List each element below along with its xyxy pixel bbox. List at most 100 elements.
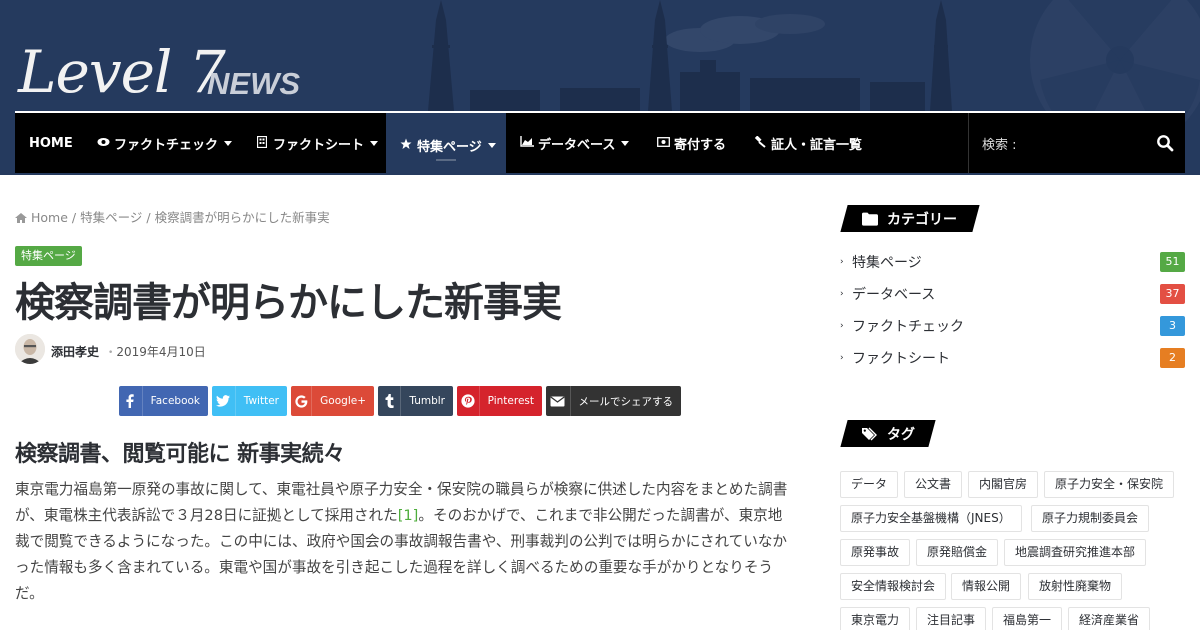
caret-down-icon	[224, 140, 233, 146]
home-icon	[15, 213, 27, 223]
post-date: 2019年4月10日	[108, 343, 205, 360]
widget-title-text: タグ	[887, 426, 915, 443]
tag-link[interactable]: 内閣官房	[968, 471, 1039, 498]
chevron-right-icon: ›	[840, 353, 844, 363]
category-item-features[interactable]: › 特集ページ 51	[840, 251, 1185, 273]
post-title: 検察調書が明らかにした新事実	[15, 280, 562, 326]
nav-item-features[interactable]: 特集ページ	[386, 113, 506, 175]
tag-link[interactable]: 安全情報検討会	[840, 573, 947, 600]
pinterest-icon	[457, 386, 480, 416]
category-item-factcheck[interactable]: › ファクトチェック 3	[840, 315, 1185, 337]
nav-item-factsheet[interactable]: ファクトシート	[255, 113, 379, 173]
site-header: Level 7 NEWS HOME ファクトチェック ファクトシート 特集ページ	[0, 0, 1200, 175]
tag-link[interactable]: 原発賠償金	[916, 539, 999, 566]
caret-down-icon	[621, 140, 630, 146]
breadcrumb: Home / 特集ページ / 検察調書が明らかにした新事実	[15, 207, 330, 226]
search-icon[interactable]	[1156, 134, 1174, 152]
nav-item-factcheck[interactable]: ファクトチェック	[96, 113, 233, 173]
folder-icon	[862, 212, 878, 226]
area-chart-icon	[520, 136, 534, 150]
category-label: ファクトチェック	[852, 319, 964, 335]
chevron-right-icon: ›	[840, 321, 844, 331]
breadcrumb-current: 検察調書が明らかにした新事実	[154, 210, 330, 225]
nav-item-witness[interactable]: 証人・証言一覧	[753, 113, 862, 173]
article-subheading: 検察調書、閲覧可能に 新事実続々	[15, 442, 345, 467]
tumblr-icon	[378, 386, 402, 416]
share-label: メールでシェアする	[578, 395, 674, 408]
post-category-badge[interactable]: 特集ページ	[15, 246, 82, 266]
caret-down-icon	[487, 143, 496, 148]
nav-item-label: ファクトシート	[273, 137, 365, 153]
chevron-right-icon: ›	[840, 289, 844, 299]
share-pinterest-button[interactable]: Pinterest	[457, 386, 542, 416]
twitter-icon	[212, 386, 236, 416]
tags-icon	[862, 427, 877, 440]
category-count-badge: 2	[1160, 348, 1185, 368]
share-label: Google+	[320, 395, 366, 407]
search-input[interactable]: 検索 :	[982, 113, 1017, 173]
nav-item-label: HOME	[29, 135, 73, 151]
main-nav: HOME ファクトチェック ファクトシート 特集ページ データベース 寄付する …	[15, 111, 1185, 175]
facebook-icon	[119, 386, 143, 416]
logo-news-text: NEWS	[207, 66, 300, 101]
share-google-button[interactable]: Google+	[291, 386, 374, 416]
tag-link[interactable]: 福島第一	[992, 607, 1063, 630]
gavel-icon	[753, 134, 767, 151]
nav-item-home[interactable]: HOME	[29, 113, 73, 173]
breadcrumb-section[interactable]: 特集ページ	[80, 210, 142, 225]
tag-link[interactable]: 情報公開	[951, 573, 1022, 600]
avatar[interactable]	[15, 334, 45, 364]
share-facebook-button[interactable]: Facebook	[119, 386, 208, 416]
share-email-button[interactable]: メールでシェアする	[546, 386, 681, 416]
tag-link[interactable]: 原子力安全・保安院	[1044, 471, 1175, 498]
breadcrumb-home[interactable]: Home	[31, 210, 68, 225]
category-count-badge: 51	[1160, 252, 1185, 272]
nav-item-label: データベース	[538, 137, 616, 153]
category-label: 特集ページ	[852, 255, 922, 271]
tag-link[interactable]: 原子力安全基盤機構（JNES）	[840, 505, 1022, 532]
category-count-badge: 37	[1160, 284, 1185, 304]
share-label: Facebook	[150, 395, 200, 407]
categories-widget-title: カテゴリー	[840, 205, 980, 232]
widget-title-text: カテゴリー	[887, 211, 957, 228]
category-label: データベース	[852, 287, 936, 303]
nav-item-donate[interactable]: 寄付する	[656, 113, 726, 173]
author-name[interactable]: 添田孝史	[51, 343, 99, 360]
tag-link[interactable]: 注目記事	[916, 607, 987, 630]
nav-item-label: ファクトチェック	[114, 137, 219, 153]
google-plus-icon	[291, 386, 313, 416]
tags-widget-title: タグ	[840, 420, 936, 447]
nav-item-database[interactable]: データベース	[520, 113, 630, 173]
chevron-right-icon: ›	[840, 257, 844, 267]
tag-link[interactable]: 放射性廃棄物	[1028, 573, 1123, 600]
share-tumblr-button[interactable]: Tumblr	[378, 386, 453, 416]
tag-link[interactable]: 原発事故	[840, 539, 911, 566]
tag-link[interactable]: 原子力規制委員会	[1031, 505, 1150, 532]
category-item-factsheet[interactable]: › ファクトシート 2	[840, 347, 1185, 369]
share-label: Tumblr	[409, 395, 445, 407]
breadcrumb-separator: /	[146, 210, 151, 225]
nav-item-label: 寄付する	[674, 137, 727, 153]
tag-link[interactable]: データ	[840, 471, 899, 498]
nav-divider	[968, 113, 969, 173]
breadcrumb-separator: /	[71, 210, 77, 225]
tag-link[interactable]: 地震調査研究推進本部	[1004, 539, 1147, 566]
category-item-database[interactable]: › データベース 37	[840, 283, 1185, 305]
nav-item-label: 特集ページ	[417, 140, 482, 155]
share-label: Pinterest	[487, 395, 534, 407]
eye-icon	[96, 137, 110, 150]
tag-link[interactable]: 公文書	[904, 471, 963, 498]
nav-item-label: 証人・証言一覧	[771, 137, 863, 153]
share-label: Twitter	[243, 395, 279, 407]
footnote-link[interactable]: [1]	[398, 507, 419, 524]
money-icon	[656, 136, 670, 150]
article-paragraph: 東京電力福島第一原発の事故に関して、東電社員や原子力安全・保安院の職員らが検察に…	[15, 477, 790, 607]
category-count-badge: 3	[1160, 316, 1185, 336]
tag-link[interactable]: 経済産業省	[1068, 607, 1151, 630]
category-label: ファクトシート	[852, 351, 950, 367]
star-icon	[399, 138, 413, 153]
tag-link[interactable]: 東京電力	[840, 607, 911, 630]
envelope-icon	[546, 386, 571, 416]
building-icon	[255, 135, 269, 151]
share-twitter-button[interactable]: Twitter	[212, 386, 287, 416]
